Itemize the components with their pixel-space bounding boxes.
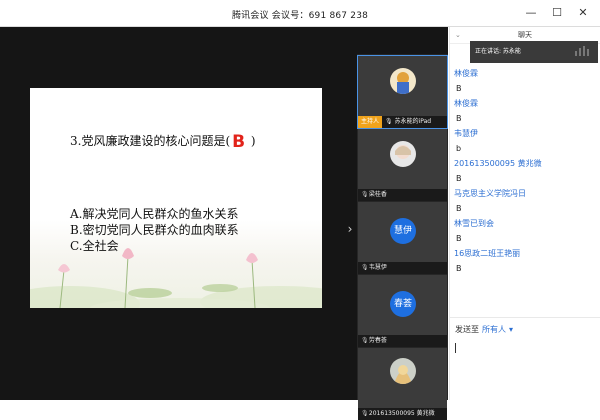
chat-message: 201613500095 黄兆微 B	[454, 157, 597, 187]
message-sender[interactable]: 林俊霖	[454, 67, 597, 81]
participant-photo	[390, 68, 416, 94]
title-bar: 腾讯会议 会议号：691 867 238 — ☐ ✕	[0, 0, 600, 27]
message-text: b	[456, 144, 462, 153]
mic-icon: 🎙	[361, 410, 369, 417]
participant-caption: 🎙 201613500095 黄兆微	[358, 408, 447, 420]
slide-options: A.解决党同人民群众的鱼水关系 B.密切党同人民群众的血肉联系 C.全社会	[70, 206, 239, 254]
participant-caption: 🎙 梁桂香	[358, 189, 447, 201]
mic-icon: 🎙	[385, 118, 393, 125]
chat-message: 林俊霖 B	[454, 67, 597, 97]
participant-caption: 主持人 🎙 苏永能的iPad	[358, 116, 447, 128]
participant-caption: 🎙 韦慧伊	[358, 262, 447, 274]
participant-tile[interactable]: 春荟 🎙 劳春荟	[358, 275, 447, 347]
message-text: B	[456, 84, 462, 93]
maximize-button[interactable]: ☐	[548, 4, 566, 22]
chat-title: 聊天	[518, 31, 532, 39]
participant-tile[interactable]: 🎙 梁桂香	[358, 129, 447, 201]
sound-wave-icon	[575, 46, 589, 56]
participant-avatar: 慧伊	[390, 218, 416, 244]
speaking-indicator: 正在讲话: 苏永能	[470, 41, 598, 63]
window-title: 腾讯会议 会议号：691 867 238	[231, 11, 369, 21]
chat-panel: ⌄ 聊天 正在讲话: 苏永能 林俊霖 B 林俊霖 B 韦慧伊 b 2016135000…	[449, 27, 600, 400]
speaking-text: 正在讲话: 苏永能	[475, 48, 521, 55]
slide-question: 3.党风廉政建设的核心问题是(B )	[70, 132, 256, 152]
message-text: B	[456, 234, 462, 243]
collapse-panel-chevron-icon[interactable]: ›	[344, 217, 356, 241]
send-to-selector[interactable]: 发送至 所有人 ▾	[455, 324, 513, 335]
host-badge: 主持人	[358, 116, 383, 128]
participant-photo	[390, 141, 416, 167]
minimize-button[interactable]: —	[522, 4, 540, 22]
chat-message: 林雪已到会 B	[454, 217, 597, 247]
mic-icon: 🎙	[361, 191, 369, 198]
participant-name: 韦慧伊	[368, 264, 387, 271]
send-to-caret[interactable]: ▾	[509, 325, 513, 334]
text-cursor	[455, 343, 456, 353]
participant-name: 劳春荟	[368, 337, 387, 344]
chat-message: 马克思主义学院冯日 B	[454, 187, 597, 217]
message-sender[interactable]: 林俊霖	[454, 97, 597, 111]
lotus-scenery	[30, 248, 322, 308]
message-sender[interactable]: 韦慧伊	[454, 127, 597, 141]
mic-icon: 🎙	[361, 337, 369, 344]
message-text: B	[456, 174, 462, 183]
message-sender[interactable]: 16思政二班王艳丽	[454, 247, 597, 261]
participant-avatar: 春荟	[390, 291, 416, 317]
chat-message: 林俊霖 B	[454, 97, 597, 127]
message-text: B	[456, 264, 462, 273]
participant-photo	[390, 358, 416, 384]
participant-tile[interactable]: 慧伊 🎙 韦慧伊	[358, 202, 447, 274]
participant-name: 梁桂香	[368, 191, 387, 198]
close-button[interactable]: ✕	[574, 4, 592, 22]
participant-tile[interactable]: 主持人 🎙 苏永能的iPad	[357, 55, 448, 129]
chevron-down-icon[interactable]: ⌄	[455, 27, 461, 43]
shared-slide: 3.党风廉政建设的核心问题是(B ) A.解决党同人民群众的鱼水关系 B.密切党…	[30, 88, 322, 308]
send-to-target[interactable]: 所有人	[482, 325, 506, 334]
participant-name: 201613500095 黄兆微	[368, 410, 435, 417]
chat-message: 韦慧伊 b	[454, 127, 597, 157]
chat-message: 16思政二班王艳丽 B	[454, 247, 597, 277]
participant-tile[interactable]: 🎙 201613500095 黄兆微	[358, 348, 447, 420]
message-sender[interactable]: 林雪已到会	[454, 217, 597, 231]
chat-messages: 林俊霖 B 林俊霖 B 韦慧伊 b 201613500095 黄兆微 B 马克思主义学院…	[454, 67, 597, 277]
option-c: C.全社会	[70, 239, 119, 253]
option-b: B.密切党同人民群众的血肉联系	[70, 223, 239, 237]
option-a: A.解决党同人民群众的鱼水关系	[70, 207, 239, 221]
answer-mark: B	[232, 132, 246, 152]
participant-caption: 🎙 劳春荟	[358, 335, 447, 347]
participant-name: 苏永能的iPad	[394, 118, 432, 125]
message-sender[interactable]: 马克思主义学院冯日	[454, 187, 597, 201]
send-to-label: 发送至	[455, 325, 479, 334]
participant-strip: 主持人 🎙 苏永能的iPad 🎙 梁桂香 慧伊 🎙 韦慧伊 春荟 🎙 劳春荟 🎙…	[357, 54, 448, 420]
message-text: B	[456, 114, 462, 123]
mic-icon: 🎙	[361, 264, 369, 271]
message-text: B	[456, 204, 462, 213]
message-sender[interactable]: 201613500095 黄兆微	[454, 157, 597, 171]
